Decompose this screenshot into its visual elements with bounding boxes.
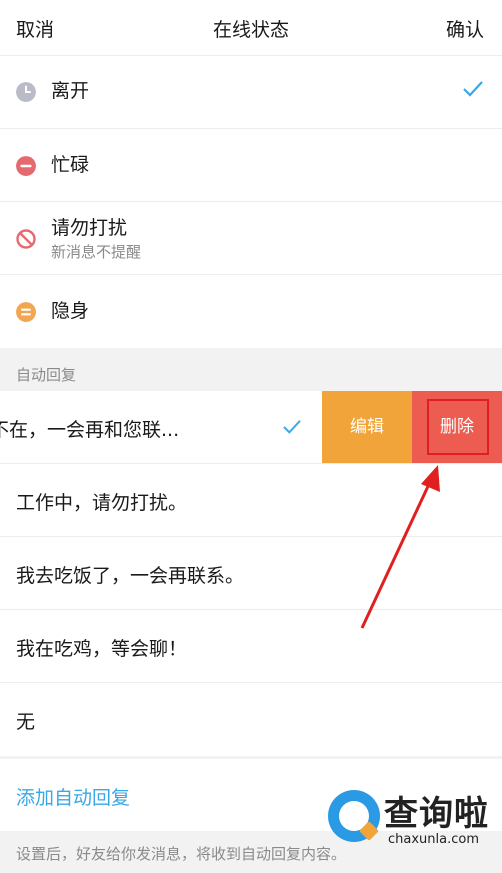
nav-bar: 取消 在线状态 确认 xyxy=(0,0,502,56)
reply-text: 不在，一会再和您联... xyxy=(0,419,180,441)
status-item-busy[interactable]: 忙碌 xyxy=(0,129,502,202)
reply-text: 我在吃鸡，等会聊！ xyxy=(16,638,188,660)
reply-item[interactable]: 无 xyxy=(0,683,502,756)
confirm-button[interactable]: 确认 xyxy=(446,15,484,42)
watermark-url: chaxunla.com xyxy=(388,832,479,847)
watermark-logo-icon xyxy=(328,790,380,842)
status-label: 忙碌 xyxy=(51,154,90,176)
clock-icon xyxy=(16,82,36,102)
reply-item[interactable]: 我在吃鸡，等会聊！ xyxy=(0,610,502,683)
reply-text: 无 xyxy=(16,711,36,733)
reply-item[interactable]: 我去吃饭了，一会再联系。 xyxy=(0,537,502,610)
page-title: 在线状态 xyxy=(212,19,289,41)
edit-button[interactable]: 编辑 xyxy=(322,391,412,463)
reply-item[interactable]: 不在，一会再和您联... 编辑 删除 xyxy=(0,391,502,464)
section-header-auto-reply: 自动回复 xyxy=(16,366,77,384)
status-item-away[interactable]: 离开 xyxy=(0,56,502,129)
reply-text: 我去吃饭了，一会再联系。 xyxy=(16,565,245,587)
highlight-box xyxy=(427,399,489,455)
add-auto-reply-label: 添加自动回复 xyxy=(16,787,131,809)
checkmark-icon xyxy=(463,81,483,97)
status-list: 离开 忙碌 请勿打扰 新消息不提醒 隐身 xyxy=(0,56,502,348)
equal-circle-icon xyxy=(16,302,36,322)
status-item-invisible[interactable]: 隐身 xyxy=(0,275,502,348)
watermark: 查询啦 chaxunla.com xyxy=(328,786,498,852)
status-item-dnd[interactable]: 请勿打扰 新消息不提醒 xyxy=(0,202,502,275)
status-label: 隐身 xyxy=(51,300,90,322)
no-entry-icon xyxy=(16,229,36,249)
minus-circle-icon xyxy=(16,156,36,176)
reply-item[interactable]: 工作中，请勿打扰。 xyxy=(0,464,502,537)
checkmark-icon xyxy=(283,420,301,434)
status-label: 请勿打扰 xyxy=(51,217,128,239)
reply-text: 工作中，请勿打扰。 xyxy=(16,492,188,514)
footer-hint: 设置后，好友给你发消息，将收到自动回复内容。 xyxy=(16,845,347,863)
status-label: 离开 xyxy=(51,80,90,102)
status-sublabel: 新消息不提醒 xyxy=(51,243,142,261)
watermark-title: 查询啦 xyxy=(384,794,489,834)
auto-reply-list: 不在，一会再和您联... 编辑 删除 工作中，请勿打扰。 我去吃饭了，一会再联系… xyxy=(0,391,502,756)
